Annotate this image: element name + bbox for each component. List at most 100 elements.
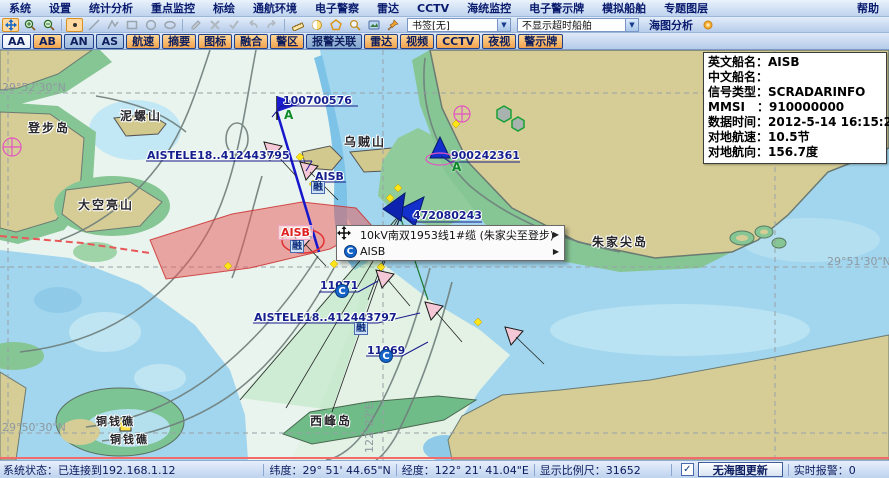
search-tool-icon[interactable] <box>346 18 363 32</box>
bookmark-dropdown[interactable]: 书签[无] ▼ <box>407 18 511 32</box>
menu-cctv[interactable]: CCTV <box>408 1 458 16</box>
statusbar-divider <box>788 464 789 476</box>
no-chart-update-button[interactable]: 无海图更新 <box>698 462 783 477</box>
ship-label-472080243[interactable]: 472080243 <box>413 209 482 222</box>
grid-label-lon-2220: 122°20'E <box>0 51 1 101</box>
context-menu-item-cable[interactable]: 10kV南双1953线1#缆 (朱家尖至登步) ▶ <box>337 226 564 243</box>
info-label: 数据时间： <box>708 115 768 130</box>
info-value-course-over-ground: 156.7度 <box>768 145 818 160</box>
tab-night-vision[interactable]: 夜视 <box>482 34 516 49</box>
place-label-dakongliang: 大空亮山 <box>78 196 134 213</box>
info-value-signal-type: SCRADARINFO <box>768 85 865 100</box>
info-value-data-time: 2012-5-14 16:15:26 <box>768 115 889 130</box>
place-label-wuzeishan: 乌贼山 <box>344 133 386 150</box>
polyline-tool-icon[interactable] <box>104 18 121 32</box>
edit-tool-icon[interactable] <box>187 18 204 32</box>
info-label: 对地航速： <box>708 130 768 145</box>
info-label: 中文船名： <box>708 70 768 85</box>
snapshot-tool-icon[interactable] <box>365 18 382 32</box>
timeout-ships-dropdown[interactable]: 不显示超时船舶 ▼ <box>517 18 639 32</box>
display-scale: 显示比例尺：31652 <box>540 462 641 478</box>
submenu-arrow-icon: ▶ <box>553 230 561 239</box>
status-bar: 系统状态：已连接到192.168.1.12 纬度：29° 51' 44.65"N… <box>0 460 889 478</box>
info-label: MMSI ： <box>708 100 769 115</box>
menu-statistics[interactable]: 统计分析 <box>80 0 142 17</box>
ais-class-a-mark: A <box>284 108 293 122</box>
toolbar-separator <box>182 19 183 31</box>
fusion-mark: 融 <box>311 181 325 194</box>
place-label-tongqian-1: 铜钱礁 <box>96 413 135 429</box>
menu-thematic-layers[interactable]: 专题图层 <box>655 0 717 17</box>
line-tool-icon[interactable] <box>85 18 102 32</box>
tab-icon[interactable]: 图标 <box>198 34 232 49</box>
menu-system[interactable]: 系统 <box>0 0 40 17</box>
menu-plotting[interactable]: 标绘 <box>204 0 244 17</box>
menu-navigation-env[interactable]: 通航环境 <box>244 0 306 17</box>
menu-help[interactable]: 帮助 <box>847 0 889 17</box>
tab-ab[interactable]: AB <box>33 34 62 49</box>
ship-label-aistele-797[interactable]: AISTELE18..412443797 <box>254 311 397 324</box>
tab-speed[interactable]: 航速 <box>126 34 160 49</box>
grid-label-lon-2222: 122°22'E <box>363 403 376 453</box>
context-menu-item-aisb[interactable]: C AISB ▶ <box>337 243 564 260</box>
ship-label-100700576[interactable]: 100700576 <box>283 94 352 107</box>
area-tool-icon[interactable] <box>308 18 325 32</box>
toolbar: 书签[无] ▼ 不显示超时船舶 ▼ 海图分析 <box>0 17 889 33</box>
tab-as[interactable]: AS <box>96 34 124 49</box>
tab-cctv[interactable]: CCTV <box>436 34 480 49</box>
redo-tool-icon[interactable] <box>263 18 280 32</box>
tab-video[interactable]: 视频 <box>400 34 434 49</box>
point-tool-icon[interactable] <box>66 18 83 32</box>
fusion-mark: 融 <box>354 322 368 335</box>
menu-key-monitoring[interactable]: 重点监控 <box>142 0 204 17</box>
circle-tool-icon[interactable] <box>142 18 159 32</box>
chart-update-checkbox[interactable]: ✓ <box>681 463 694 476</box>
menu-simulated-ship[interactable]: 模拟船舶 <box>593 0 655 17</box>
toolbar-separator <box>61 19 62 31</box>
zoom-in-icon[interactable] <box>21 18 38 32</box>
menu-e-sign[interactable]: 电子警示牌 <box>520 0 593 17</box>
ship-label-aistele-795[interactable]: AISTELE18..412443795 <box>147 149 290 162</box>
undo-tool-icon[interactable] <box>244 18 261 32</box>
tab-aa[interactable]: AA <box>2 34 31 49</box>
tab-alarm-link[interactable]: 报警关联 <box>306 34 362 49</box>
tab-summary[interactable]: 摘要 <box>162 34 196 49</box>
info-label: 对地航向： <box>708 145 768 160</box>
measure-tool-icon[interactable] <box>289 18 306 32</box>
menu-marine-monitoring[interactable]: 海统监控 <box>458 0 520 17</box>
camera-link-icon: C <box>340 245 360 258</box>
tab-alert-zone[interactable]: 警区 <box>270 34 304 49</box>
zoom-out-icon[interactable] <box>40 18 57 32</box>
chart-analysis-button[interactable]: 海图分析 <box>649 17 693 33</box>
ellipse-tool-icon[interactable] <box>161 18 178 32</box>
chevron-down-icon[interactable]: ▼ <box>625 19 638 31</box>
vts-application-window: { "menu": { "items": ["系统","设置","统计分析","… <box>0 0 889 478</box>
ship-label-900242361[interactable]: 900242361 <box>451 149 520 162</box>
context-menu-item-label: 10kV南双1953线1#缆 (朱家尖至登步) <box>360 227 553 243</box>
rect-tool-icon[interactable] <box>123 18 140 32</box>
tab-radar[interactable]: 雷达 <box>364 34 398 49</box>
tab-an[interactable]: AN <box>64 34 94 49</box>
chevron-down-icon[interactable]: ▼ <box>497 19 510 31</box>
menu-bar: 系统 设置 统计分析 重点监控 标绘 通航环境 电子警察 雷达 CCTV 海统监… <box>0 0 889 17</box>
ship-label-aisb-alarm[interactable]: AISB <box>278 225 313 240</box>
camera-link-mark[interactable]: C <box>379 349 393 363</box>
fusion-mark: 融 <box>290 240 304 253</box>
sun-icon[interactable] <box>699 18 716 32</box>
cursor-longitude: 经度：122° 21' 41.04"E <box>402 462 529 478</box>
tab-fusion[interactable]: 融合 <box>234 34 268 49</box>
camera-link-mark[interactable]: C <box>335 284 349 298</box>
tab-warning-sign[interactable]: 警示牌 <box>518 34 563 49</box>
menu-e-police[interactable]: 电子警察 <box>306 0 368 17</box>
cursor-latitude: 纬度：29° 51' 44.65"N <box>269 462 390 478</box>
delete-tool-icon[interactable] <box>206 18 223 32</box>
toolbar-separator <box>284 19 285 31</box>
pushpin-tool-icon[interactable] <box>384 18 401 32</box>
pan-icon[interactable] <box>2 18 19 32</box>
menu-settings[interactable]: 设置 <box>40 0 80 17</box>
ais-class-a-mark: A <box>452 160 461 174</box>
nautical-chart-canvas[interactable]: 登步岛 泥螺山 大空亮山 乌贼山 朱家尖岛 西峰岛 铜钱礁 铜钱礁 100700… <box>0 50 889 460</box>
polygon-tool-icon[interactable] <box>327 18 344 32</box>
confirm-tool-icon[interactable] <box>225 18 242 32</box>
menu-radar[interactable]: 雷达 <box>368 0 408 17</box>
